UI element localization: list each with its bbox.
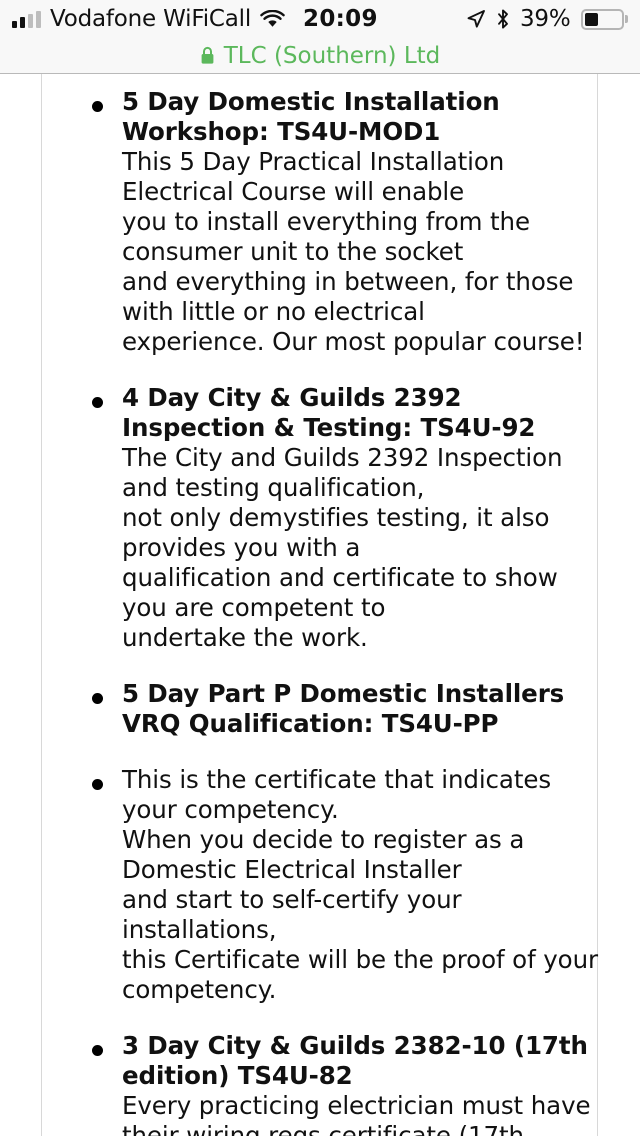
list-item: 3 Day City & Guilds 2382-10 (17th editio…	[60, 1031, 598, 1136]
clock-label: 20:09	[303, 6, 378, 32]
left-rule	[41, 74, 42, 1136]
status-bar-left: Vodafone WiFiCall 20:09	[12, 6, 378, 32]
signal-bars-icon	[12, 10, 41, 28]
bluetooth-icon	[496, 9, 510, 29]
lock-icon	[200, 46, 215, 65]
battery-icon	[580, 8, 628, 30]
course-description: This 5 Day Practical Installation Electr…	[122, 147, 585, 356]
status-bar-right: 39%	[466, 6, 628, 32]
course-title: 5 Day Domestic Installation Workshop: TS…	[122, 87, 500, 146]
course-description: Every practicing electrician must have t…	[122, 1091, 591, 1136]
carrier-label: Vodafone WiFiCall	[50, 6, 252, 32]
course-title: 3 Day City & Guilds 2382-10 (17th editio…	[122, 1031, 588, 1090]
course-description: This is the certificate that indicates y…	[122, 765, 598, 1004]
course-list: 5 Day Domestic Installation Workshop: TS…	[60, 87, 598, 1136]
list-item: 5 Day Part P Domestic Installers VRQ Qua…	[60, 679, 598, 739]
wifi-icon	[260, 9, 285, 29]
course-title: 5 Day Part P Domestic Installers VRQ Qua…	[122, 679, 565, 738]
list-item: 5 Day Domestic Installation Workshop: TS…	[60, 87, 598, 357]
status-bar: Vodafone WiFiCall 20:09 39%	[0, 0, 640, 38]
location-arrow-icon	[466, 9, 486, 29]
article-body: 5 Day Domestic Installation Workshop: TS…	[60, 87, 598, 1136]
course-title: 4 Day City & Guilds 2392 Inspection & Te…	[122, 383, 536, 442]
address-bar[interactable]: TLC (Southern) Ltd	[0, 38, 640, 74]
battery-percent-label: 39%	[519, 6, 571, 32]
list-item: 4 Day City & Guilds 2392 Inspection & Te…	[60, 383, 598, 653]
site-title: TLC (Southern) Ltd	[223, 42, 441, 69]
list-item: This is the certificate that indicates y…	[60, 765, 598, 1005]
page-content: 5 Day Domestic Installation Workshop: TS…	[0, 74, 640, 1136]
course-description: The City and Guilds 2392 Inspection and …	[122, 443, 563, 652]
